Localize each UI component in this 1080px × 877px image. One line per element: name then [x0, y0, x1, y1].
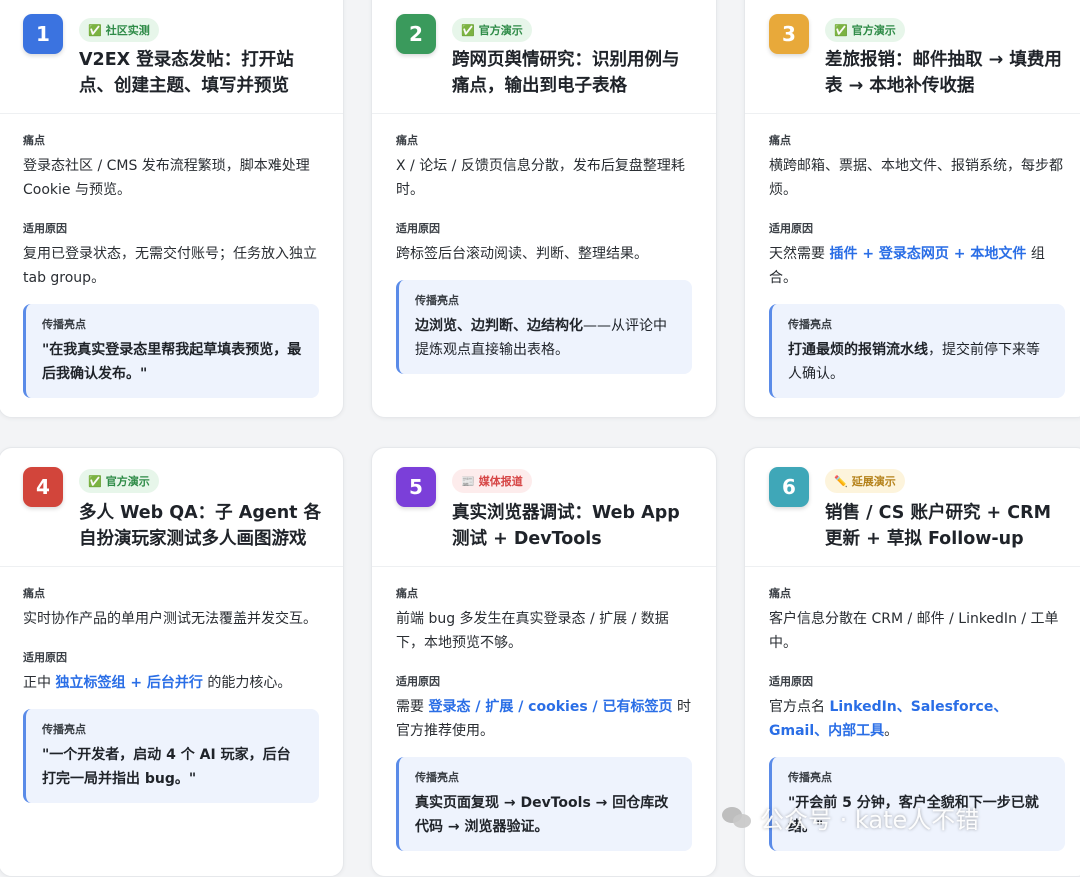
- watermark: 公众号 · kate人不错: [722, 800, 979, 835]
- badge-label: 社区实测: [105, 24, 150, 37]
- badge-label: 官方演示: [478, 24, 523, 37]
- reason-text: 复用已登录状态，无需交付账号；任务放入独立 tab group。: [23, 246, 317, 286]
- badge-label: 官方演示: [105, 475, 150, 488]
- reason-label: 适用原因: [23, 651, 67, 664]
- highlight-label: 传播亮点: [415, 294, 459, 307]
- card-title: 多人 Web QA：子 Agent 各自扮演玩家测试多人画图游戏: [79, 503, 322, 549]
- pain-text: 横跨邮箱、票据、本地文件、报销系统，每步都烦。: [769, 158, 1063, 198]
- card-title: V2EX 登录态发帖：打开站点、创建主题、填写并预览: [79, 50, 294, 96]
- reason-label: 适用原因: [769, 675, 813, 688]
- card-header: 6 ✏️ 延展演示 销售 / CS 账户研究 + CRM 更新 + 草拟 Fol…: [745, 448, 1080, 567]
- pencil-icon: ✏️: [834, 474, 848, 488]
- status-badge: ✅ 社区实测: [79, 18, 159, 42]
- card-title: 跨网页舆情研究：识别用例与痛点，输出到电子表格: [452, 50, 680, 96]
- pain-label: 痛点: [769, 587, 791, 600]
- checkmark-icon: ✅: [461, 23, 475, 37]
- badge-label: 延展演示: [851, 475, 896, 488]
- status-badge: ✏️ 延展演示: [825, 469, 905, 493]
- badge-label: 媒体报道: [478, 475, 523, 488]
- reason-label: 适用原因: [396, 222, 440, 235]
- reason-label: 适用原因: [769, 222, 813, 235]
- card-header: 4 ✅ 官方演示 多人 Web QA：子 Agent 各自扮演玩家测试多人画图游…: [0, 448, 343, 567]
- use-case-card-4: 4 ✅ 官方演示 多人 Web QA：子 Agent 各自扮演玩家测试多人画图游…: [0, 447, 344, 877]
- highlight-text: "一个开发者，启动 4 个 AI 玩家，后台打完一局并指出 bug。": [42, 747, 291, 787]
- highlight-label: 传播亮点: [42, 318, 86, 331]
- newspaper-icon: 📰: [461, 474, 475, 488]
- status-badge: ✅ 官方演示: [825, 18, 905, 42]
- highlight-label: 传播亮点: [788, 771, 832, 784]
- checkmark-icon: ✅: [834, 23, 848, 37]
- highlight-callout: 传播亮点 边浏览、边判断、边结构化——从评论中提炼观点直接输出表格。: [396, 280, 692, 374]
- status-badge: ✅ 官方演示: [79, 469, 159, 493]
- highlight-text: "在我真实登录态里帮我起草填表预览，最后我确认发布。": [42, 342, 302, 382]
- use-case-card-2: 2 ✅ 官方演示 跨网页舆情研究：识别用例与痛点，输出到电子表格 痛点 X / …: [371, 0, 717, 418]
- pain-label: 痛点: [23, 134, 45, 147]
- reason-text: 正中 独立标签组 + 后台并行 的能力核心。: [23, 675, 292, 691]
- card-title: 真实浏览器调试：Web App 测试 + DevTools: [452, 503, 680, 549]
- reason-label: 适用原因: [23, 222, 67, 235]
- highlight-callout: 传播亮点 真实页面复现 → DevTools → 回仓库改代码 → 浏览器验证。: [396, 757, 692, 851]
- highlight-callout: 传播亮点 "在我真实登录态里帮我起草填表预览，最后我确认发布。": [23, 304, 319, 398]
- highlight-callout: 传播亮点 "一个开发者，启动 4 个 AI 玩家，后台打完一局并指出 bug。": [23, 709, 319, 803]
- case-number: 5: [396, 467, 436, 507]
- case-number: 2: [396, 14, 436, 54]
- highlight-text: 真实页面复现 → DevTools → 回仓库改代码 → 浏览器验证。: [415, 795, 669, 835]
- case-number: 6: [769, 467, 809, 507]
- pain-text: 实时协作产品的单用户测试无法覆盖并发交互。: [23, 611, 317, 627]
- pain-label: 痛点: [23, 587, 45, 600]
- checkmark-icon: ✅: [88, 474, 102, 488]
- highlight-callout: 传播亮点 打通最烦的报销流水线，提交前停下来等人确认。: [769, 304, 1065, 398]
- pain-text: 前端 bug 多发生在真实登录态 / 扩展 / 数据下，本地预览不够。: [396, 611, 669, 651]
- pain-text: 登录态社区 / CMS 发布流程繁琐，脚本难处理 Cookie 与预览。: [23, 158, 310, 198]
- use-case-card-1: 1 ✅ 社区实测 V2EX 登录态发帖：打开站点、创建主题、填写并预览 痛点 登…: [0, 0, 344, 418]
- reason-text: 天然需要 插件 + 登录态网页 + 本地文件 组合。: [769, 246, 1045, 286]
- pain-label: 痛点: [396, 134, 418, 147]
- card-header: 3 ✅ 官方演示 差旅报销：邮件抽取 → 填费用表 → 本地补传收据: [745, 0, 1080, 114]
- status-badge: 📰 媒体报道: [452, 469, 532, 493]
- case-number: 1: [23, 14, 63, 54]
- pain-text: 客户信息分散在 CRM / 邮件 / LinkedIn / 工单中。: [769, 611, 1059, 651]
- reason-text: 需要 登录态 / 扩展 / cookies / 已有标签页 时官方推荐使用。: [396, 699, 691, 739]
- case-number: 3: [769, 14, 809, 54]
- highlight-text: 打通最烦的报销流水线，提交前停下来等人确认。: [788, 342, 1040, 382]
- reason-text: 官方点名 LinkedIn、Salesforce、Gmail、内部工具。: [769, 699, 1008, 739]
- pain-label: 痛点: [396, 587, 418, 600]
- wechat-icon: [722, 805, 754, 831]
- badge-label: 官方演示: [851, 24, 896, 37]
- use-case-card-3: 3 ✅ 官方演示 差旅报销：邮件抽取 → 填费用表 → 本地补传收据 痛点 横跨…: [744, 0, 1080, 418]
- highlight-label: 传播亮点: [42, 723, 86, 736]
- card-header: 2 ✅ 官方演示 跨网页舆情研究：识别用例与痛点，输出到电子表格: [372, 0, 716, 114]
- highlight-label: 传播亮点: [415, 771, 459, 784]
- status-badge: ✅ 官方演示: [452, 18, 532, 42]
- card-header: 5 📰 媒体报道 真实浏览器调试：Web App 测试 + DevTools: [372, 448, 716, 567]
- highlight-label: 传播亮点: [788, 318, 832, 331]
- checkmark-icon: ✅: [88, 23, 102, 37]
- card-title: 销售 / CS 账户研究 + CRM 更新 + 草拟 Follow-up: [825, 503, 1052, 549]
- highlight-text: 边浏览、边判断、边结构化——从评论中提炼观点直接输出表格。: [415, 318, 667, 358]
- watermark-text: 公众号 · kate人不错: [760, 806, 980, 834]
- reason-text: 跨标签后台滚动阅读、判断、整理结果。: [396, 246, 648, 262]
- pain-text: X / 论坛 / 反馈页信息分散，发布后复盘整理耗时。: [396, 158, 685, 198]
- case-number: 4: [23, 467, 63, 507]
- use-case-card-5: 5 📰 媒体报道 真实浏览器调试：Web App 测试 + DevTools 痛…: [371, 447, 717, 877]
- reason-label: 适用原因: [396, 675, 440, 688]
- card-header: 1 ✅ 社区实测 V2EX 登录态发帖：打开站点、创建主题、填写并预览: [0, 0, 343, 114]
- pain-label: 痛点: [769, 134, 791, 147]
- card-title: 差旅报销：邮件抽取 → 填费用表 → 本地补传收据: [825, 50, 1062, 96]
